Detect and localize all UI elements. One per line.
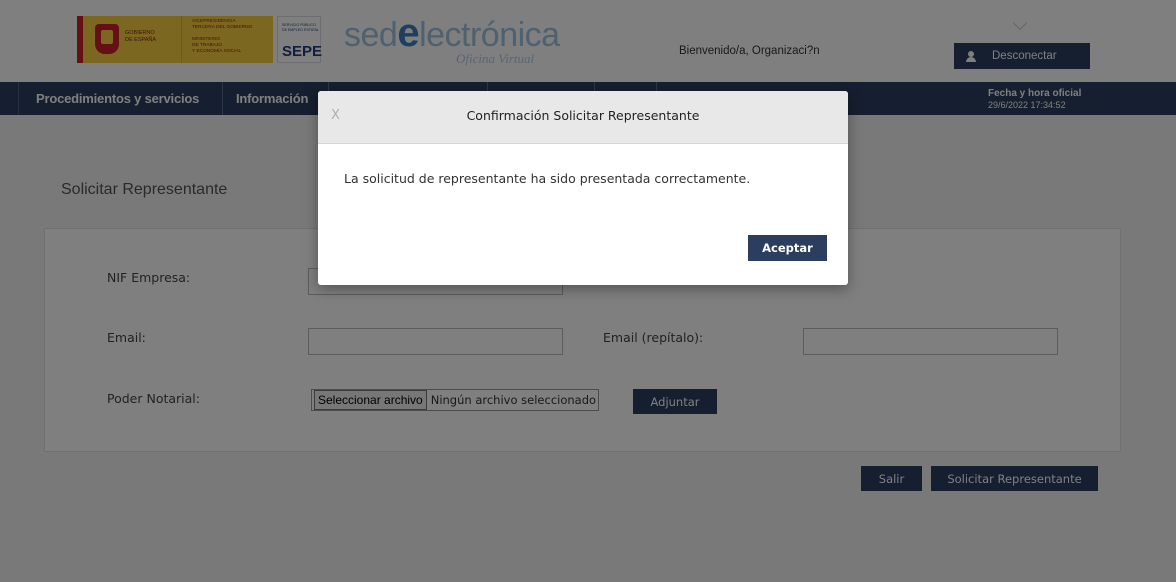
modal-backdrop[interactable] bbox=[0, 0, 1176, 582]
modal-message: La solicitud de representante ha sido pr… bbox=[344, 171, 751, 186]
accept-button[interactable]: Aceptar bbox=[748, 235, 827, 261]
modal-header: X Confirmación Solicitar Representante bbox=[318, 91, 848, 144]
modal-title: Confirmación Solicitar Representante bbox=[466, 108, 700, 123]
confirmation-modal: X Confirmación Solicitar Representante L… bbox=[318, 91, 848, 285]
